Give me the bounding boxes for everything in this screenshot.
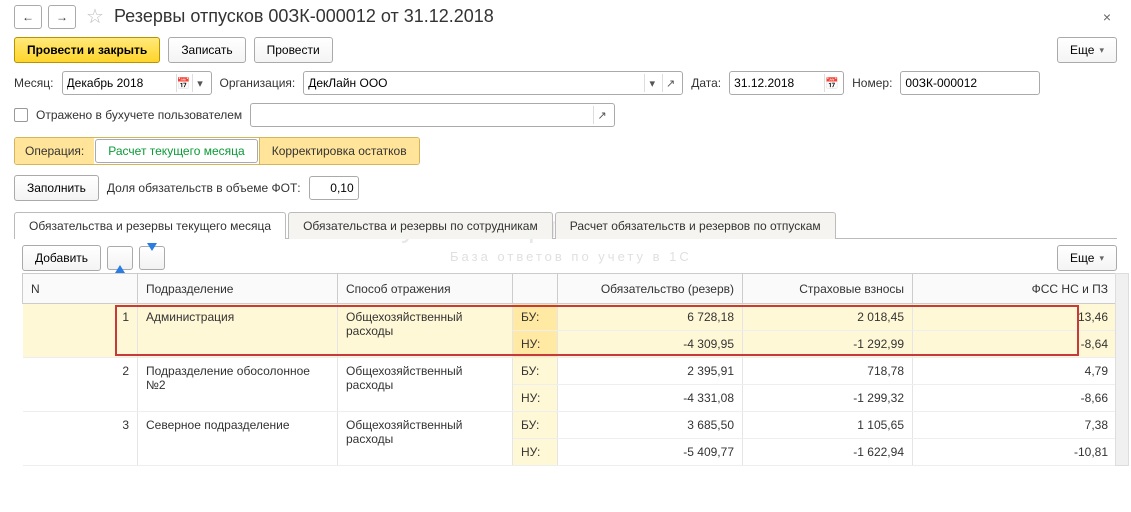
cell-nu-fss: -8,66 bbox=[913, 385, 1117, 412]
tab-by-employees[interactable]: Обязательства и резервы по сотрудникам bbox=[288, 212, 553, 239]
table-row[interactable]: 1АдминистрацияОбщехозяйственный расходыБ… bbox=[23, 304, 1117, 331]
arrow-right-icon: → bbox=[56, 10, 68, 24]
chevron-down-icon[interactable]: ▾ bbox=[644, 74, 660, 92]
cell-bu-label: БУ: bbox=[513, 304, 558, 331]
back-button[interactable]: ← bbox=[14, 5, 42, 29]
cell-nu-liab: -5 409,77 bbox=[558, 439, 743, 466]
more-button[interactable]: Еще bbox=[1057, 37, 1117, 63]
page-title: Резервы отпусков 00ЗК-000012 от 31.12.20… bbox=[114, 6, 494, 27]
cell-bu-ins: 2 018,45 bbox=[743, 304, 913, 331]
cell-method: Общехозяйственный расходы bbox=[338, 304, 513, 358]
cell-nu-label: НУ: bbox=[513, 439, 558, 466]
operation-tab-current[interactable]: Расчет текущего месяца bbox=[95, 139, 257, 163]
more-button-table[interactable]: Еще bbox=[1057, 245, 1117, 271]
operation-label: Операция: bbox=[15, 138, 94, 164]
cell-nu-liab: -4 309,95 bbox=[558, 331, 743, 358]
reflected-input[interactable]: ↗ bbox=[250, 103, 615, 127]
tab-current-month[interactable]: Обязательства и резервы текущего месяца bbox=[14, 212, 286, 239]
cell-nu-fss: -10,81 bbox=[913, 439, 1117, 466]
cell-method: Общехозяйственный расходы bbox=[338, 358, 513, 412]
table-row[interactable]: 3Северное подразделениеОбщехозяйственный… bbox=[23, 412, 1117, 439]
share-label: Доля обязательств в объеме ФОТ: bbox=[107, 181, 301, 195]
add-button[interactable]: Добавить bbox=[22, 245, 101, 271]
table-header: N Подразделение Способ отражения Обязате… bbox=[23, 274, 1117, 304]
number-input[interactable] bbox=[900, 71, 1040, 95]
cell-n: 2 bbox=[23, 358, 138, 412]
table-row[interactable]: 2Подразделение обосолонное №2Общехозяйст… bbox=[23, 358, 1117, 385]
open-icon[interactable]: ↗ bbox=[662, 74, 678, 92]
arrow-left-icon: ← bbox=[22, 10, 34, 24]
month-input[interactable]: 📅 ▾ bbox=[62, 71, 212, 95]
write-button[interactable]: Записать bbox=[168, 37, 245, 63]
cell-bu-fss: 13,46 bbox=[913, 304, 1117, 331]
main-tabs: Обязательства и резервы текущего месяца … bbox=[14, 211, 1117, 239]
cell-dept: Северное подразделение bbox=[138, 412, 338, 466]
cell-nu-label: НУ: bbox=[513, 331, 558, 358]
share-input[interactable] bbox=[309, 176, 359, 200]
operation-tab-correct[interactable]: Корректировка остатков bbox=[259, 138, 419, 164]
number-label: Номер: bbox=[852, 76, 892, 90]
calendar-icon[interactable]: 📅 bbox=[824, 74, 839, 92]
cell-dept: Администрация bbox=[138, 304, 338, 358]
cell-bu-liab: 2 395,91 bbox=[558, 358, 743, 385]
reflected-checkbox[interactable] bbox=[14, 108, 28, 122]
org-label: Организация: bbox=[220, 76, 296, 90]
tab-calc[interactable]: Расчет обязательств и резервов по отпуск… bbox=[555, 212, 836, 239]
cell-n: 1 bbox=[23, 304, 138, 358]
month-label: Месяц: bbox=[14, 76, 54, 90]
cell-bu-liab: 3 685,50 bbox=[558, 412, 743, 439]
arrow-up-icon bbox=[115, 251, 125, 265]
date-input[interactable]: 📅 bbox=[729, 71, 844, 95]
chevron-down-icon[interactable]: ▾ bbox=[192, 74, 206, 92]
cell-bu-fss: 4,79 bbox=[913, 358, 1117, 385]
cell-bu-ins: 718,78 bbox=[743, 358, 913, 385]
cell-bu-ins: 1 105,65 bbox=[743, 412, 913, 439]
org-input[interactable]: ▾ ↗ bbox=[303, 71, 683, 95]
cell-nu-ins: -1 292,99 bbox=[743, 331, 913, 358]
cell-bu-liab: 6 728,18 bbox=[558, 304, 743, 331]
cell-n: 3 bbox=[23, 412, 138, 466]
post-button[interactable]: Провести bbox=[254, 37, 333, 63]
move-down-button[interactable] bbox=[139, 246, 165, 270]
cell-bu-label: БУ: bbox=[513, 412, 558, 439]
col-fss[interactable]: ФСС НС и ПЗ bbox=[913, 274, 1117, 304]
cell-nu-fss: -8,64 bbox=[913, 331, 1117, 358]
data-table: N Подразделение Способ отражения Обязате… bbox=[22, 273, 1117, 466]
star-icon[interactable]: ☆ bbox=[86, 4, 104, 29]
operation-bar: Операция: Расчет текущего месяца Коррект… bbox=[14, 137, 420, 165]
col-acc[interactable] bbox=[513, 274, 558, 304]
forward-button[interactable]: → bbox=[48, 5, 76, 29]
post-and-close-button[interactable]: Провести и закрыть bbox=[14, 37, 160, 63]
col-dept[interactable]: Подразделение bbox=[138, 274, 338, 304]
cell-nu-ins: -1 622,94 bbox=[743, 439, 913, 466]
col-method[interactable]: Способ отражения bbox=[338, 274, 513, 304]
cell-bu-label: БУ: bbox=[513, 358, 558, 385]
col-liab[interactable]: Обязательство (резерв) bbox=[558, 274, 743, 304]
cell-nu-label: НУ: bbox=[513, 385, 558, 412]
col-n[interactable]: N bbox=[23, 274, 138, 304]
vertical-scrollbar[interactable] bbox=[1115, 273, 1129, 466]
open-icon[interactable]: ↗ bbox=[593, 106, 610, 124]
cell-nu-liab: -4 331,08 bbox=[558, 385, 743, 412]
date-label: Дата: bbox=[691, 76, 721, 90]
calendar-icon[interactable]: 📅 bbox=[176, 74, 191, 92]
cell-bu-fss: 7,38 bbox=[913, 412, 1117, 439]
arrow-down-icon bbox=[147, 251, 157, 265]
cell-method: Общехозяйственный расходы bbox=[338, 412, 513, 466]
cell-dept: Подразделение обосолонное №2 bbox=[138, 358, 338, 412]
fill-button[interactable]: Заполнить bbox=[14, 175, 99, 201]
cell-nu-ins: -1 299,32 bbox=[743, 385, 913, 412]
col-ins[interactable]: Страховые взносы bbox=[743, 274, 913, 304]
move-up-button[interactable] bbox=[107, 246, 133, 270]
reflected-label: Отражено в бухучете пользователем bbox=[36, 108, 242, 122]
close-icon[interactable]: × bbox=[1097, 9, 1117, 25]
